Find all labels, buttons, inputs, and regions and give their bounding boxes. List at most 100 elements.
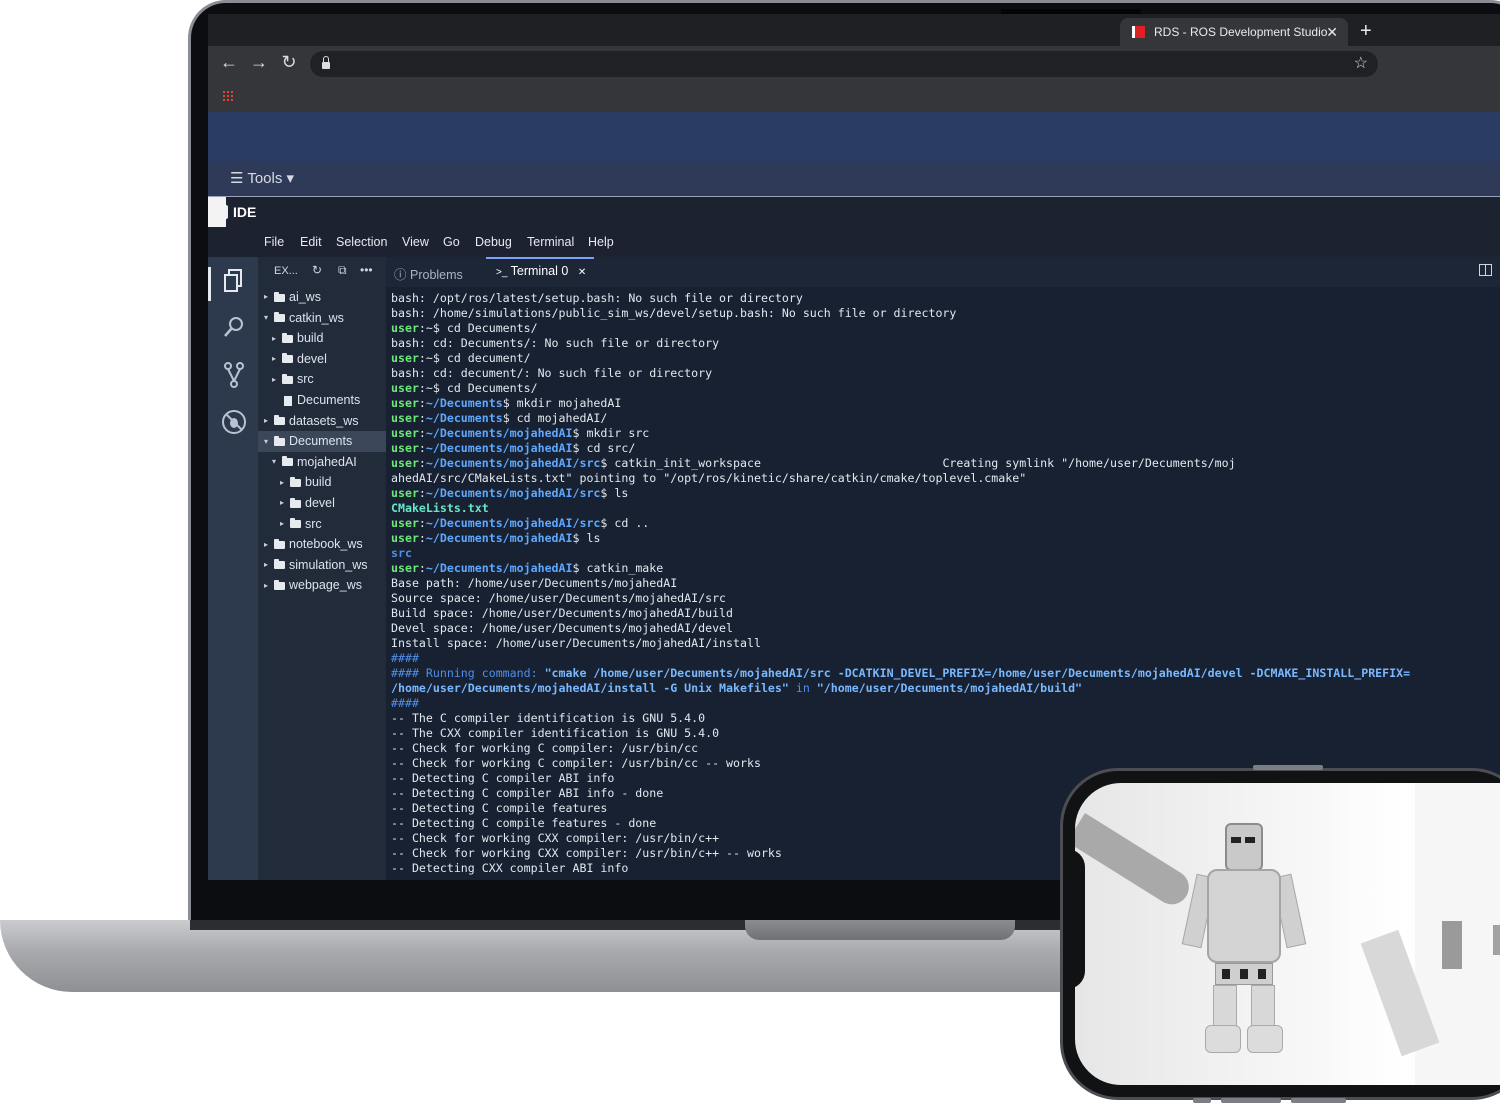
terminal-line: user:~/Decuments$ mkdir mojahedAI	[391, 396, 1500, 411]
folder-icon	[274, 559, 285, 570]
split-panel-icon[interactable]	[1479, 264, 1492, 276]
terminal-text: ####	[391, 651, 419, 665]
terminal-text: user	[391, 531, 419, 545]
tree-item-ai-ws[interactable]: ▸ ai_ws	[258, 287, 386, 308]
tree-item-webpage-ws[interactable]: ▸ webpage_ws	[258, 575, 386, 596]
tree-item-devel[interactable]: ▸ devel	[258, 349, 386, 370]
robot-eye	[1245, 837, 1255, 843]
menu-go[interactable]: Go	[443, 235, 460, 249]
tree-item-datasets-ws[interactable]: ▸ datasets_ws	[258, 411, 386, 432]
sim-post-2	[1493, 925, 1500, 955]
terminal-text: ~/Decuments	[425, 411, 503, 425]
tree-item-devel[interactable]: ▸ devel	[258, 493, 386, 514]
tree-item-catkin-ws[interactable]: ▾ catkin_ws	[258, 308, 386, 329]
bookmark-star-icon[interactable]: ☆	[1354, 53, 1368, 73]
robot-simulation-view[interactable]	[1075, 783, 1500, 1085]
tab-problems[interactable]: ⓘ Problems	[394, 264, 463, 283]
terminal-text: -- Detecting C compile features	[391, 801, 608, 815]
menu-view[interactable]: View	[402, 235, 429, 249]
chevron-down-icon: ▾	[264, 313, 269, 322]
robot-foot-left	[1205, 1025, 1241, 1053]
terminal-text: :	[418, 531, 426, 545]
forward-button[interactable]: →	[248, 52, 270, 73]
active-tab-underline	[486, 257, 594, 259]
menu-debug[interactable]: Debug	[475, 235, 512, 249]
menu-selection[interactable]: Selection	[336, 235, 387, 249]
ide-menubar: File Edit Selection View Go Debug Termin…	[208, 227, 1500, 257]
folder-icon	[282, 332, 293, 343]
phone-notch	[1063, 849, 1085, 989]
chevron-down-icon: ▾	[272, 457, 277, 467]
terminal-line: user:~/Decuments/mojahedAI$ mkdir src	[391, 426, 1500, 441]
terminal-close-icon[interactable]: ✕	[578, 267, 586, 278]
tree-item-decuments[interactable]: Decuments	[258, 390, 386, 411]
back-button[interactable]: ←	[218, 52, 240, 73]
tree-item-src[interactable]: ▸ src	[258, 514, 386, 535]
terminal-line: -- Check for working C compiler: /usr/bi…	[391, 741, 1500, 756]
terminal-text: :	[418, 561, 426, 575]
terminal-text: :	[418, 456, 426, 470]
ide-titlebar: IDE	[208, 197, 1500, 227]
phone-side-button	[1193, 1098, 1211, 1103]
tree-item-notebook-ws[interactable]: ▸ notebook_ws	[258, 534, 386, 555]
laptop-opening-notch	[745, 920, 1015, 940]
terminal-text: ~/Decuments/mojahedAI	[425, 531, 573, 545]
refresh-icon[interactable]: ↻	[312, 263, 322, 277]
menu-edit[interactable]: Edit	[300, 235, 322, 249]
terminal-text: ####	[391, 696, 419, 710]
tree-item-build[interactable]: ▸ build	[258, 328, 386, 349]
terminal-line: bash: /home/simulations/public_sim_ws/de…	[391, 306, 1500, 321]
terminal-text: user	[391, 381, 419, 395]
menu-terminal[interactable]: Terminal	[527, 235, 574, 249]
collapse-all-icon[interactable]: ⧉	[338, 263, 347, 278]
browser-tab-rds[interactable]: RDS - ROS Development Studio ✕	[1120, 18, 1348, 46]
explorer-files-icon[interactable]	[221, 269, 247, 295]
robot-torso	[1207, 869, 1281, 963]
terminal-text: $ cd mojahedAI/	[502, 411, 608, 425]
tree-item-mojahedai[interactable]: ▾ mojahedAI	[258, 452, 386, 473]
folder-icon	[282, 353, 293, 364]
terminal-icon: >_	[496, 267, 508, 278]
terminal-text: ~/Decuments/mojahedAI/src	[425, 486, 601, 500]
tree-item-build[interactable]: ▸ build	[258, 472, 386, 493]
terminal-text: ~/Decuments/mojahedAI	[425, 441, 573, 455]
laptop-screen: RDS - ROS Development Studio ✕ + ← → ↻ ☆…	[208, 14, 1500, 880]
search-icon[interactable]	[221, 315, 247, 341]
more-actions-icon[interactable]: •••	[360, 263, 373, 277]
sim-beam	[1075, 813, 1196, 911]
terminal-text: -- Detecting C compile features - done	[391, 816, 657, 830]
explorer-title: EX...	[274, 265, 298, 277]
terminal-line: user:~/Decuments/mojahedAI$ ls	[391, 531, 1500, 546]
terminal-text: user	[391, 441, 419, 455]
terminal-line: user:~/Decuments/mojahedAI$ cd src/	[391, 441, 1500, 456]
tab-close-icon[interactable]: ✕	[1326, 18, 1338, 46]
tree-item-simulation-ws[interactable]: ▸ simulation_ws	[258, 555, 386, 576]
menu-help[interactable]: Help	[588, 235, 614, 249]
tools-menu-button[interactable]: ☰ Tools ▾	[230, 169, 294, 187]
tree-item-decuments[interactable]: ▾ Decuments	[258, 431, 386, 452]
chevron-right-icon: ▸	[264, 292, 269, 302]
address-input[interactable]: ☆	[310, 51, 1378, 77]
reload-button[interactable]: ↻	[278, 52, 300, 73]
chevron-right-icon: ▸	[272, 333, 277, 343]
tab-terminal[interactable]: >_ Terminal 0 ✕	[496, 264, 586, 278]
chevron-right-icon: ▸	[280, 477, 285, 487]
menu-file[interactable]: File	[264, 235, 284, 249]
terminal-text: bash: cd: Decuments/: No such file or di…	[391, 336, 720, 350]
info-icon: ⓘ	[394, 268, 407, 282]
chevron-right-icon: ▸	[264, 580, 269, 590]
terminal-text: user	[391, 456, 419, 470]
apps-grid-icon[interactable]	[222, 90, 234, 102]
chevron-right-icon: ▸	[280, 498, 285, 508]
source-control-icon[interactable]	[221, 361, 247, 388]
new-tab-button[interactable]: +	[1360, 18, 1372, 44]
tree-item-label: Decuments	[289, 434, 353, 449]
robot-leg-left	[1213, 985, 1237, 1027]
terminal-text: $ ls	[600, 486, 629, 500]
debug-icon[interactable]	[221, 409, 247, 435]
tree-item-label: devel	[305, 495, 335, 510]
tree-item-src[interactable]: ▸ src	[258, 369, 386, 390]
terminal-text: :~$ cd decument/	[418, 351, 531, 365]
terminal-text: user	[391, 411, 419, 425]
terminal-text: -- Check for working CXX compiler: /usr/…	[391, 831, 720, 845]
